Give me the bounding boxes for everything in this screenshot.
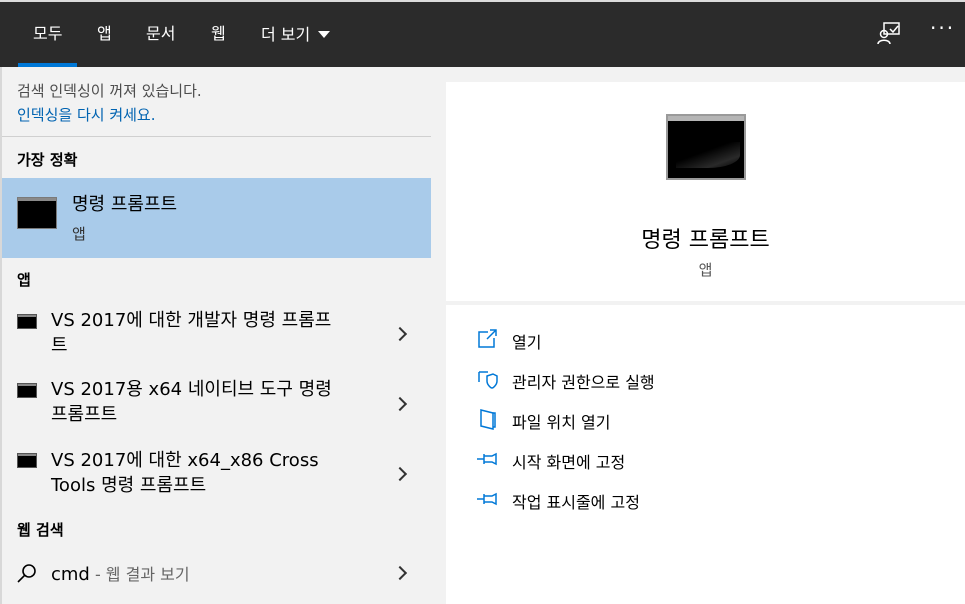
app-result-name: VS 2017용 x64 네이티브 도구 명령 프롬프트	[51, 377, 371, 427]
console-icon	[17, 383, 37, 398]
tab-all[interactable]: 모두	[17, 2, 79, 67]
web-search-heading: 웹 검색	[17, 521, 64, 539]
app-result-line2: Tools 명령 프롬프트	[51, 475, 207, 496]
tab-documents[interactable]: 문서	[146, 2, 175, 67]
app-result-name: VS 2017에 대한 개발자 명령 프롬프 트	[51, 308, 371, 358]
action-open-file-location-label: 파일 위치 열기	[512, 413, 611, 432]
folder-icon	[480, 409, 496, 430]
apps-heading: 앱	[17, 271, 31, 289]
web-search-item[interactable]: cmd - 웹 결과 보기	[2, 551, 431, 595]
web-search-query: cmd	[51, 564, 90, 585]
indexing-notice: 검색 인덱싱이 꺼져 있습니다. 인덱싱을 다시 켜세요.	[17, 79, 202, 127]
pin-icon	[477, 452, 497, 466]
action-pin-to-start-label: 시작 화면에 고정	[512, 453, 626, 472]
search-filter-bar: 모두 앱 문서 웹 더 보기 ···	[0, 0, 965, 67]
divider	[2, 136, 431, 137]
best-match-item[interactable]: 명령 프롬프트 앱	[2, 178, 431, 258]
results-panel: 검색 인덱싱이 꺼져 있습니다. 인덱싱을 다시 켜세요. 가장 정확 명령 프…	[0, 67, 431, 604]
detail-panel: 명령 프롬프트 앱 열기 관리자 권한으로 실행 파일 위치 열기 시작 화면에…	[431, 67, 965, 604]
console-icon	[17, 314, 37, 329]
best-match-heading: 가장 정확	[17, 151, 78, 169]
chevron-right-icon[interactable]	[392, 466, 408, 482]
app-result-line1: VS 2017에 대한 x64_x86 Cross	[51, 450, 319, 471]
console-icon	[17, 453, 37, 468]
pin-icon	[477, 492, 497, 506]
detail-header: 명령 프롬프트 앱	[446, 82, 965, 301]
tab-more-label: 더 보기	[261, 24, 311, 44]
feedback-icon[interactable]	[876, 20, 902, 50]
app-result-item[interactable]: VS 2017용 x64 네이티브 도구 명령 프롬프트	[2, 370, 431, 436]
tab-web[interactable]: 웹	[211, 2, 226, 67]
action-open-label: 열기	[512, 333, 542, 352]
app-result-line1: VS 2017용 x64 네이티브 도구 명령	[51, 379, 332, 400]
app-result-line2: 트	[51, 335, 68, 356]
action-run-as-admin-label: 관리자 권한으로 실행	[512, 373, 655, 392]
tab-more[interactable]: 더 보기	[261, 2, 331, 67]
detail-type: 앱	[698, 261, 713, 279]
ellipsis-icon[interactable]: ···	[930, 16, 955, 40]
web-search-suffix: - 웹 결과 보기	[89, 565, 190, 584]
open-icon	[478, 329, 497, 348]
chevron-right-icon[interactable]	[392, 396, 408, 412]
web-search-query-line: cmd - 웹 결과 보기	[51, 561, 190, 585]
indexing-notice-text: 검색 인덱싱이 꺼져 있습니다.	[17, 82, 202, 100]
action-list: 열기 관리자 권한으로 실행 파일 위치 열기 시작 화면에 고정 작업 표시줄…	[446, 305, 965, 604]
enable-indexing-link[interactable]: 인덱싱을 다시 켜세요.	[17, 103, 202, 127]
command-prompt-icon	[17, 197, 57, 229]
caret-down-icon	[318, 31, 331, 38]
tab-apps[interactable]: 앱	[97, 2, 112, 67]
app-result-item[interactable]: VS 2017에 대한 개발자 명령 프롬프 트	[2, 300, 431, 366]
app-result-line2: 프롬프트	[51, 404, 118, 425]
app-result-item[interactable]: VS 2017에 대한 x64_x86 Cross Tools 명령 프롬프트	[2, 440, 431, 506]
action-pin-to-taskbar-label: 작업 표시줄에 고정	[512, 493, 640, 512]
detail-title: 명령 프롬프트	[641, 228, 770, 253]
chevron-right-icon[interactable]	[392, 565, 408, 581]
app-result-name: VS 2017에 대한 x64_x86 Cross Tools 명령 프롬프트	[51, 448, 371, 498]
chevron-right-icon[interactable]	[392, 326, 408, 342]
search-icon	[17, 564, 36, 583]
command-prompt-icon	[666, 114, 746, 180]
best-match-type: 앱	[72, 225, 86, 243]
app-result-line1: VS 2017에 대한 개발자 명령 프롬프	[51, 310, 332, 331]
best-match-name: 명령 프롬프트	[72, 194, 178, 215]
shield-icon	[478, 371, 498, 389]
